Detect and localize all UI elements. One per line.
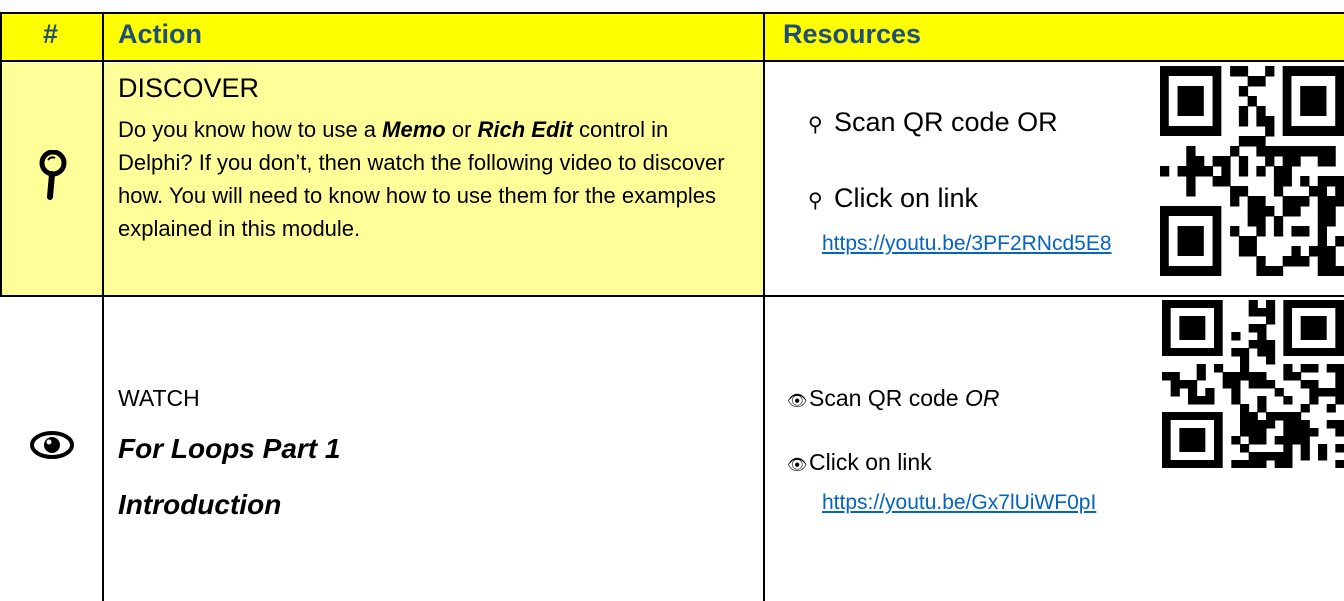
- watch-title: WATCH: [118, 385, 200, 411]
- header-action: Action: [118, 19, 202, 49]
- click-link-label-2: Click on link: [809, 449, 932, 475]
- memo-term: Memo: [382, 117, 446, 142]
- or-italic: OR: [964, 385, 1000, 411]
- video-title-line1: For Loops Part 1: [118, 433, 341, 464]
- column-divider-1: [102, 12, 104, 601]
- pin-icon: ⚲: [808, 190, 823, 212]
- resource-scan-qr-2: 👁Scan QR code OR: [787, 385, 999, 412]
- header-number: #: [43, 19, 59, 49]
- or-word: or: [445, 117, 478, 142]
- qr-code-2: [1162, 300, 1344, 469]
- header-resources: Resources: [783, 19, 922, 49]
- column-divider-2: [763, 12, 765, 601]
- rich-edit-term: Rich Edit: [477, 117, 573, 142]
- video-title-line2: Introduction: [118, 489, 282, 520]
- eye-bullet-icon: 👁: [787, 457, 808, 474]
- table-left-border: [0, 12, 2, 296]
- discover-description: Do you know how to use a Memo or Rich Ed…: [118, 113, 748, 245]
- resource-scan-qr-1: ⚲ Scan QR code OR: [808, 107, 1058, 138]
- video-link-2[interactable]: https://youtu.be/Gx7lUiWF0pI: [822, 491, 1096, 515]
- eye-icon: [30, 430, 74, 460]
- discover-title: DISCOVER: [118, 73, 260, 103]
- resources-table: # Action Resources DISCOVER Do you know …: [0, 0, 1344, 601]
- resource-click-link-2: 👁Click on link: [787, 449, 932, 476]
- qr-code-1: [1160, 66, 1344, 277]
- resource-click-link-1: ⚲ Click on link: [808, 183, 978, 214]
- pin-icon: ⚲: [808, 114, 823, 136]
- discover-text-before: Do you know how to use a: [118, 117, 383, 142]
- scan-qr-label: Scan QR code OR: [834, 107, 1058, 137]
- scan-qr-label-2: Scan QR code: [809, 385, 965, 411]
- video-link-1[interactable]: https://youtu.be/3PF2RNcd5E8: [822, 232, 1112, 256]
- click-link-label: Click on link: [834, 183, 979, 213]
- eye-bullet-icon: 👁: [787, 393, 808, 410]
- row-divider: [0, 295, 1344, 297]
- magnifier-icon: [38, 149, 68, 200]
